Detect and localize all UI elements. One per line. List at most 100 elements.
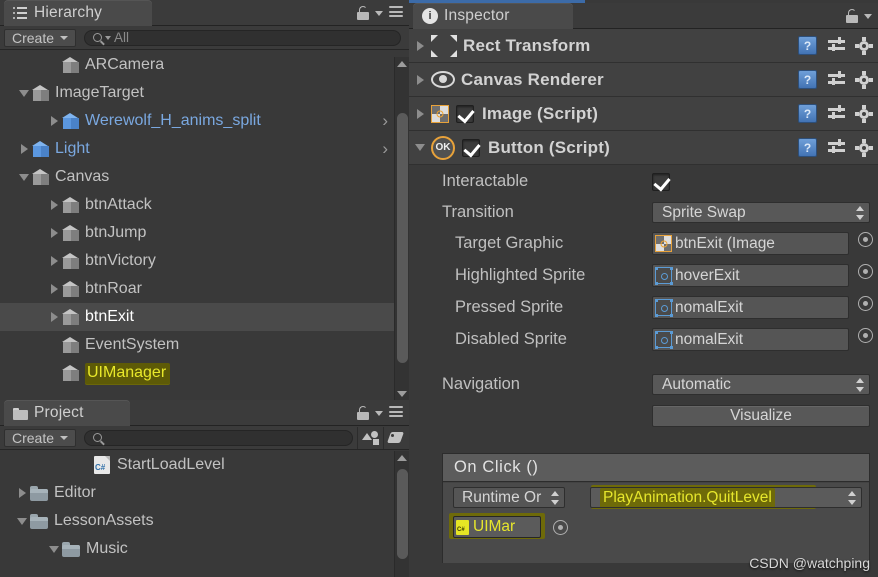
scroll-up-arrow[interactable] [395, 451, 409, 464]
gear-icon[interactable] [855, 138, 873, 157]
hierarchy-search-input[interactable]: All [84, 29, 401, 46]
object-field[interactable]: nomalExit [652, 328, 849, 351]
twisty-collapsed-icon[interactable] [46, 116, 62, 126]
object-picker-icon[interactable] [858, 328, 873, 343]
hierarchy-item-uimanager[interactable]: UIManager [0, 359, 394, 387]
object-picker-icon[interactable] [858, 264, 873, 279]
lock-icon[interactable] [846, 9, 858, 23]
gear-icon[interactable] [855, 70, 873, 89]
twisty-collapsed-icon[interactable] [46, 312, 62, 322]
component-enabled-checkbox[interactable] [456, 104, 474, 123]
component-row-rect-transform[interactable]: Rect Transform? [409, 29, 878, 63]
preset-sliders-icon[interactable] [828, 105, 845, 121]
tab-project[interactable]: Project [4, 400, 130, 426]
filter-by-type-icon[interactable] [357, 426, 383, 449]
twisty-collapsed-icon[interactable] [409, 40, 431, 51]
preset-sliders-icon[interactable] [828, 71, 845, 87]
twisty-collapsed-icon[interactable] [46, 200, 62, 210]
hierarchy-item-imagetarget[interactable]: ImageTarget [0, 79, 394, 107]
hierarchy-item-btnexit[interactable]: btnExit [0, 303, 394, 331]
twisty-collapsed-icon[interactable] [46, 256, 62, 266]
function-dropdown[interactable]: PlayAnimation.QuitLevel [590, 487, 862, 508]
twisty-collapsed-icon[interactable] [14, 488, 30, 498]
object-value: UIMar [473, 518, 516, 535]
scroll-down-arrow[interactable] [395, 387, 409, 400]
hierarchy-scroll-thumb[interactable] [397, 113, 408, 363]
component-enabled-checkbox[interactable] [462, 138, 480, 157]
object-picker-icon[interactable] [858, 296, 873, 311]
chevron-down-icon[interactable] [864, 13, 872, 19]
object-field[interactable]: C# UIMar [453, 516, 541, 538]
twisty-expanded-icon[interactable] [14, 517, 30, 525]
hierarchy-tree[interactable]: ARCamera ImageTarget Werewolf_H_anims_spli… [0, 51, 394, 400]
tab-inspector[interactable]: i Inspector [413, 3, 573, 29]
visualize-button[interactable]: Visualize [652, 405, 870, 427]
hierarchy-create-button[interactable]: Create [4, 28, 77, 47]
project-tree[interactable]: C# StartLoadLevel Editor LessonAssets Music [0, 451, 394, 577]
preset-sliders-icon[interactable] [828, 139, 845, 155]
chevron-down-icon[interactable] [375, 410, 383, 416]
panel-menu-icon[interactable] [389, 406, 403, 420]
interactable-checkbox[interactable] [652, 172, 670, 191]
component-row-canvas-renderer[interactable]: Canvas Renderer? [409, 63, 878, 97]
tab-hierarchy[interactable]: Hierarchy [4, 0, 152, 26]
hierarchy-item-arcamera[interactable]: ARCamera [0, 51, 394, 79]
hierarchy-item-eventsystem[interactable]: EventSystem [0, 331, 394, 359]
help-book-icon[interactable]: ? [798, 36, 817, 55]
help-book-icon[interactable]: ? [798, 70, 817, 89]
project-item-music[interactable]: Music [0, 535, 394, 563]
eye-icon [431, 71, 455, 88]
hierarchy-item-canvas[interactable]: Canvas [0, 163, 394, 191]
project-search-input[interactable] [84, 429, 353, 446]
twisty-collapsed-icon[interactable] [16, 144, 32, 154]
twisty-collapsed-icon[interactable] [409, 74, 431, 85]
hierarchy-scrollbar[interactable] [394, 57, 409, 400]
twisty-collapsed-icon[interactable] [46, 228, 62, 238]
hierarchy-item-btnjump[interactable]: btnJump [0, 219, 394, 247]
hierarchy-item-btnroar[interactable]: btnRoar [0, 275, 394, 303]
project-item-editor[interactable]: Editor [0, 479, 394, 507]
twisty-expanded-icon[interactable] [16, 89, 32, 97]
project-item-lessonassets[interactable]: LessonAssets [0, 507, 394, 535]
component-row-button-script[interactable]: OK Button (Script)? [409, 131, 878, 165]
chevron-down-icon[interactable] [375, 10, 383, 16]
component-row-image-script[interactable]: Image (Script)? [409, 97, 878, 131]
prefab-chevron-right-icon[interactable]: › [382, 139, 388, 159]
scroll-up-arrow[interactable] [395, 57, 409, 70]
object-field[interactable]: hoverExit [652, 264, 849, 287]
lock-icon[interactable] [357, 406, 369, 420]
filter-by-label-icon[interactable] [383, 426, 409, 449]
transition-value: Sprite Swap [662, 203, 746, 221]
navigation-dropdown[interactable]: Automatic [652, 374, 870, 395]
twisty-expanded-icon[interactable] [16, 173, 32, 181]
lock-icon[interactable] [357, 6, 369, 20]
project-item-startloadlevel[interactable]: C# StartLoadLevel [0, 451, 394, 479]
help-book-icon[interactable]: ? [798, 104, 817, 123]
project-scroll-thumb[interactable] [397, 469, 408, 559]
hierarchy-item-btnvictory[interactable]: btnVictory [0, 247, 394, 275]
gear-icon[interactable] [855, 36, 873, 55]
hierarchy-item-light[interactable]: Light › [0, 135, 394, 163]
gear-icon[interactable] [855, 104, 873, 123]
hierarchy-item-btnattack[interactable]: btnAttack [0, 191, 394, 219]
unity-editor-window: Hierarchy Create All ARCamera ImageTarget… [0, 0, 878, 577]
transition-dropdown[interactable]: Sprite Swap [652, 202, 870, 223]
visualize-label: Visualize [730, 407, 792, 424]
twisty-expanded-icon[interactable] [46, 545, 62, 553]
object-picker-icon[interactable] [553, 520, 568, 535]
field-label: Pressed Sprite [455, 298, 564, 316]
object-field[interactable]: btnExit (Image [652, 232, 849, 255]
twisty-collapsed-icon[interactable] [409, 108, 431, 119]
twisty-collapsed-icon[interactable] [46, 284, 62, 294]
runtime-mode-dropdown[interactable]: Runtime Or [453, 487, 565, 508]
help-book-icon[interactable]: ? [798, 138, 817, 157]
prefab-chevron-right-icon[interactable]: › [382, 111, 388, 131]
project-scrollbar[interactable] [394, 451, 409, 577]
preset-sliders-icon[interactable] [828, 37, 845, 53]
project-create-button[interactable]: Create [4, 428, 77, 447]
hierarchy-item-werewolf_h_anims_split[interactable]: Werewolf_H_anims_split › [0, 107, 394, 135]
panel-menu-icon[interactable] [389, 6, 403, 20]
object-picker-icon[interactable] [858, 232, 873, 247]
object-field[interactable]: nomalExit [652, 296, 849, 319]
twisty-expanded-icon[interactable] [409, 144, 431, 151]
